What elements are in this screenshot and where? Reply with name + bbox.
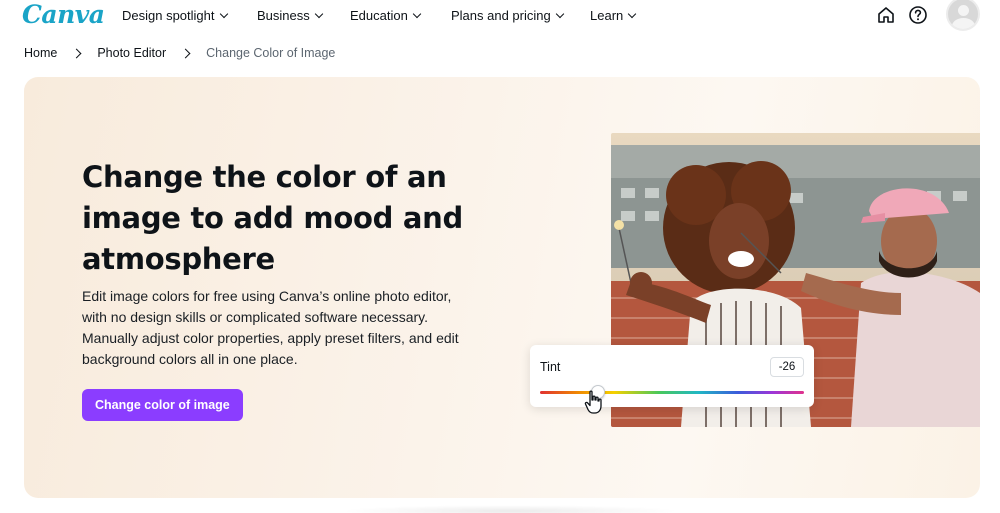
nav-label: Design spotlight [122, 8, 215, 23]
breadcrumb-home[interactable]: Home [24, 46, 57, 60]
avatar-head [958, 5, 969, 16]
chevron-down-icon [412, 9, 422, 19]
chevron-down-icon [219, 9, 228, 19]
tint-adjustment-card: Tint -26 [530, 345, 814, 407]
breadcrumb-current: Change Color of Image [206, 46, 336, 60]
help-icon[interactable] [908, 5, 928, 25]
chevron-down-icon [555, 9, 564, 19]
avatar[interactable] [946, 0, 980, 31]
chevron-down-icon [628, 9, 637, 19]
change-color-button[interactable]: Change color of image [82, 389, 243, 421]
chevron-down-icon [314, 9, 323, 19]
page-title: Change the color of an image to add mood… [82, 160, 463, 276]
hand-cursor-icon [584, 390, 602, 414]
home-icon[interactable] [876, 5, 896, 25]
section-shadow [340, 505, 680, 513]
chevron-right-icon [71, 48, 82, 58]
breadcrumb-photo-editor[interactable]: Photo Editor [97, 46, 166, 60]
nav-learn[interactable]: Learn [590, 8, 637, 23]
nav-education[interactable]: Education [350, 8, 422, 23]
breadcrumb: Home Photo Editor Change Color of Image [24, 46, 335, 60]
hero-section: Change the color of an image to add mood… [24, 77, 980, 498]
tint-value-input[interactable]: -26 [770, 357, 804, 377]
chevron-right-icon [180, 48, 191, 58]
nav-label: Learn [590, 8, 624, 23]
nav-design-spotlight[interactable]: Design spotlight [122, 8, 228, 23]
nav-business[interactable]: Business [257, 8, 323, 23]
nav-plans-and-pricing[interactable]: Plans and pricing [451, 8, 564, 23]
tint-label: Tint [540, 360, 561, 374]
top-navigation: Canva Design spotlight Business Educatio… [0, 0, 1000, 32]
nav-label: Plans and pricing [451, 8, 551, 23]
canva-logo[interactable]: Canva [22, 0, 105, 29]
nav-label: Education [350, 8, 408, 23]
nav-label: Business [257, 8, 310, 23]
hero-description: Edit image colors for free using Canva’s… [82, 288, 459, 367]
tint-slider-track[interactable] [540, 391, 804, 394]
avatar-body [952, 18, 975, 29]
